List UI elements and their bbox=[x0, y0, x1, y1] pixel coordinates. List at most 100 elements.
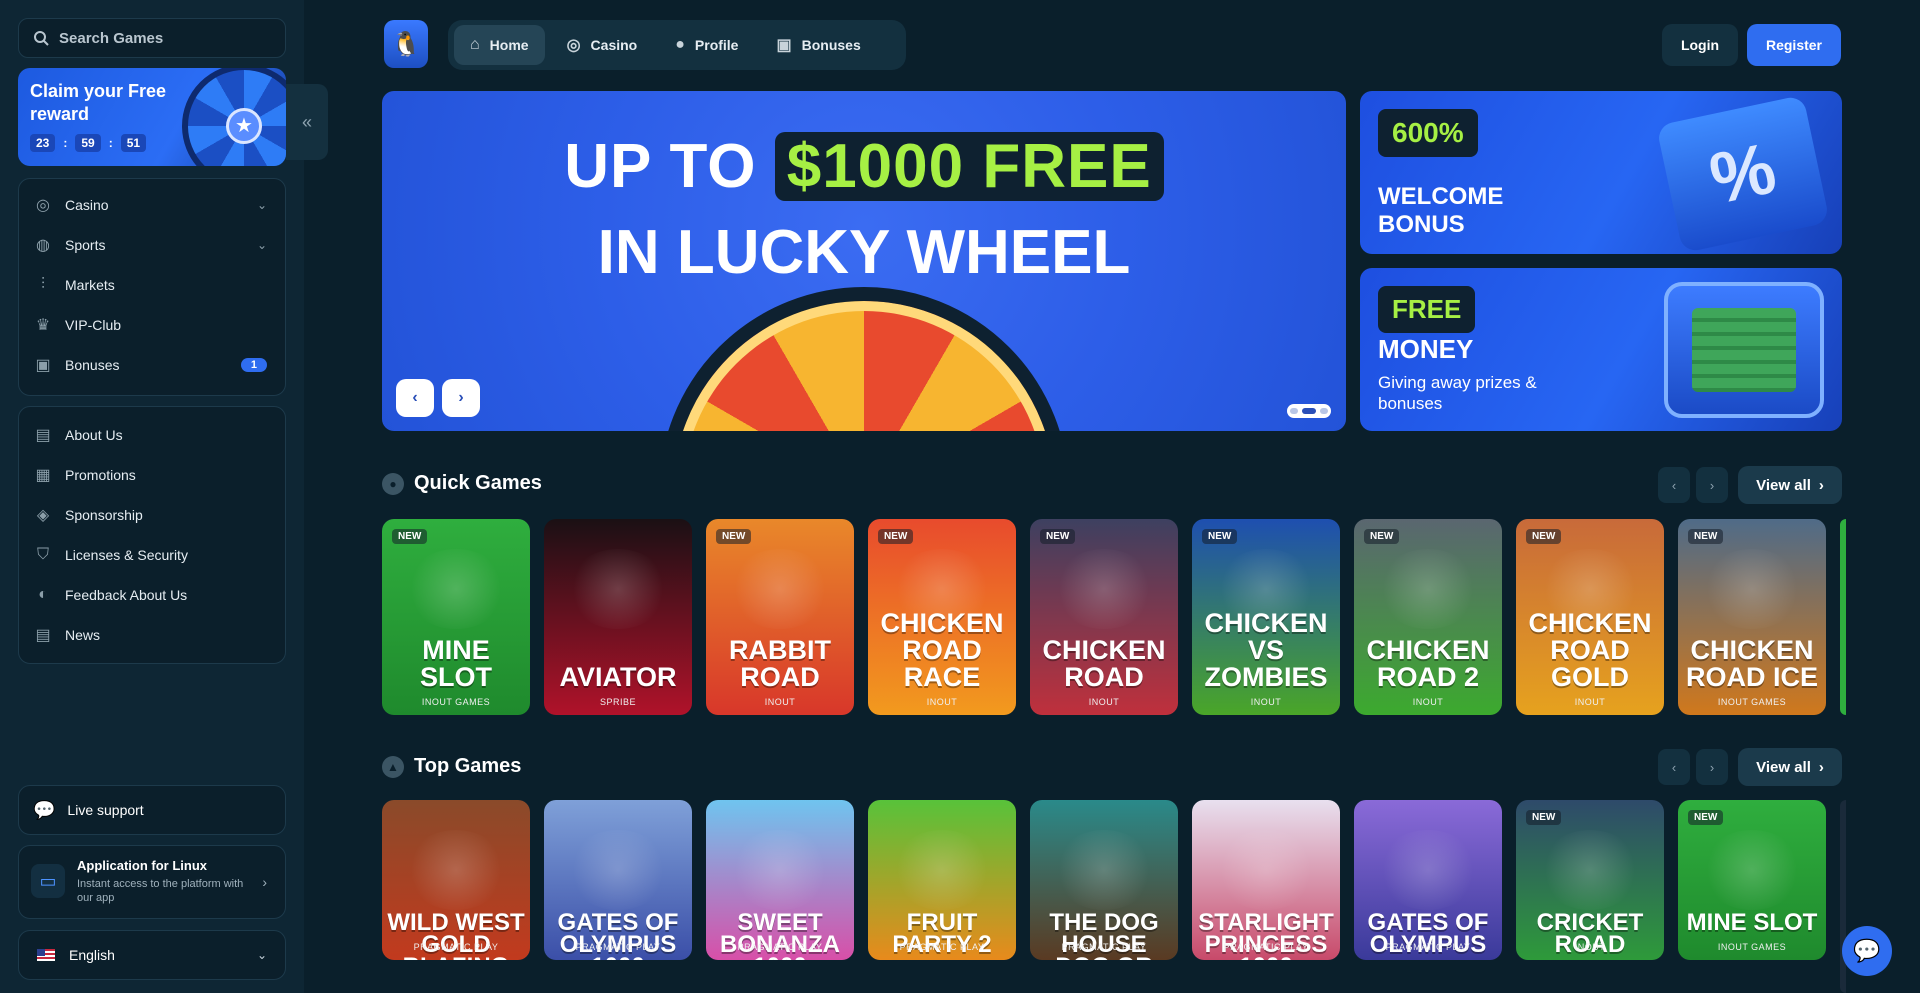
game-art bbox=[406, 830, 506, 910]
sidebar-item-bonuses[interactable]: ▣ Bonuses 1 bbox=[19, 345, 285, 385]
view-all-label: View all bbox=[1756, 476, 1811, 494]
game-card[interactable]: NEW Mine Slot INOUT GAMES bbox=[382, 519, 530, 715]
sidebar-item-markets[interactable]: ⫶ Markets bbox=[19, 265, 285, 305]
hero-pagination[interactable] bbox=[1287, 404, 1331, 418]
free-reward-banner[interactable]: Claim your Free reward 23: 59: 51 ★ bbox=[18, 68, 286, 166]
casino-chip-icon: ◎ bbox=[36, 197, 50, 214]
sidebar-item-sponsorship[interactable]: ◈ Sponsorship bbox=[19, 495, 285, 535]
game-title: Chicken Road 2 bbox=[1366, 635, 1490, 692]
sidebar-item-feedback-about-us[interactable]: ◐ Feedback About Us bbox=[19, 575, 285, 615]
new-badge: NEW bbox=[1526, 529, 1562, 544]
nav-label: Sponsorship bbox=[65, 507, 143, 523]
game-card[interactable]: NEW Chicken Road Ice INOUT GAMES bbox=[1678, 519, 1826, 715]
sidebar-item-news[interactable]: ▤ News bbox=[19, 615, 285, 655]
timer-hours: 23 bbox=[30, 134, 56, 152]
chat-button[interactable]: 💬 bbox=[1842, 926, 1892, 976]
tab-profile[interactable]: ● Profile bbox=[659, 25, 754, 65]
game-card[interactable]: NEW Chicken vs Zombies INOUT bbox=[1192, 519, 1340, 715]
game-art bbox=[1378, 549, 1478, 629]
sidebar-item-sports[interactable]: ◍ Sports ⌄ bbox=[19, 225, 285, 265]
game-card[interactable]: NEW Chicken Road Race INOUT bbox=[868, 519, 1016, 715]
game-card[interactable]: NEW Mine Slot INOUT GAMES bbox=[1678, 800, 1826, 960]
quick-games-next-button[interactable]: › bbox=[1696, 467, 1728, 503]
game-card[interactable]: Aviator SPRIBE bbox=[544, 519, 692, 715]
welcome-bonus-banner[interactable]: 600% WELCOME BONUS % bbox=[1360, 91, 1842, 254]
reward-timer: 23: 59: 51 bbox=[30, 134, 147, 152]
new-badge: NEW bbox=[392, 529, 428, 544]
search-bar[interactable] bbox=[18, 18, 286, 58]
game-card[interactable]: NEW Rabbit Road INOUT bbox=[706, 519, 854, 715]
tab-bonuses[interactable]: ▣ Bonuses bbox=[760, 25, 876, 65]
free-money-banner[interactable]: FREE MONEY Giving away prizes & bonuses bbox=[1360, 268, 1842, 431]
game-provider: INOUT bbox=[1088, 697, 1120, 707]
quick-games-view-all[interactable]: View all › bbox=[1738, 466, 1842, 504]
game-card[interactable]: NEW Cricket Road INOUT bbox=[1516, 800, 1664, 960]
game-card[interactable]: The Dog House Dog or AlivePRAGMATIC PLAY bbox=[1030, 800, 1178, 960]
search-input[interactable] bbox=[59, 29, 279, 47]
hero-banner[interactable]: UP TO $1000 FREE IN LUCKY WHEEL ‹ › bbox=[382, 91, 1346, 431]
hero-dot[interactable] bbox=[1320, 408, 1328, 414]
game-art bbox=[1378, 830, 1478, 910]
free-money-title: MONEY bbox=[1378, 334, 1474, 364]
game-card[interactable]: NEW Chicken Road INOUT bbox=[1030, 519, 1178, 715]
top-games-prev-button[interactable]: ‹ bbox=[1658, 749, 1690, 785]
top-games-next-button[interactable]: › bbox=[1696, 749, 1728, 785]
reward-title: Claim your Free reward bbox=[30, 81, 167, 124]
chevron-left-icon: ‹ bbox=[1671, 759, 1677, 775]
hero-dot-active[interactable] bbox=[1302, 408, 1316, 414]
language-selector[interactable]: English ⌄ bbox=[18, 930, 286, 980]
tab-casino[interactable]: ◎ Casino bbox=[551, 25, 654, 65]
collapse-sidebar-button[interactable]: « bbox=[286, 84, 328, 160]
sidebar-item-about-us[interactable]: ▤ About Us bbox=[19, 415, 285, 455]
game-card[interactable]: Fruit Party 2 PRAGMATIC PLAY bbox=[868, 800, 1016, 960]
site-logo[interactable]: 🐧 bbox=[384, 20, 428, 68]
game-card[interactable]: Sweet Bonanza 1000PRAGMATIC PLAY bbox=[706, 800, 854, 960]
game-card[interactable]: Starlight Princess 1000PRAGMATIC PLAY bbox=[1192, 800, 1340, 960]
top-games-view-all[interactable]: View all › bbox=[1738, 748, 1842, 786]
game-card[interactable]: NEW Chicken Road Gold INOUT bbox=[1516, 519, 1664, 715]
top-games-title: Top Games bbox=[414, 755, 522, 777]
quick-games-prev-button[interactable]: ‹ bbox=[1658, 467, 1690, 503]
view-all-label: View all bbox=[1756, 758, 1811, 776]
game-provider: PRAGMATIC PLAY bbox=[1385, 942, 1471, 952]
hero-next-button[interactable]: › bbox=[442, 379, 480, 417]
chevron-right-icon: › bbox=[1818, 476, 1824, 494]
game-art bbox=[1054, 549, 1154, 629]
nav-label: Bonuses bbox=[65, 357, 120, 373]
game-card[interactable]: NEW Chicken Road 2 INOUT bbox=[1354, 519, 1502, 715]
sidebar-item-promotions[interactable]: ▦ Promotions bbox=[19, 455, 285, 495]
new-badge: NEW bbox=[1040, 529, 1076, 544]
hero-prev-button[interactable]: ‹ bbox=[396, 379, 434, 417]
game-title: Sweet Bonanza 1000 bbox=[720, 909, 840, 961]
top-games-row: Wild West Gold Blazing BountyPRAGMATIC P… bbox=[382, 800, 1826, 960]
user-icon: ● bbox=[675, 36, 685, 53]
game-provider: PRAGMATIC PLAY bbox=[413, 942, 499, 952]
sidebar-item-casino[interactable]: ◎ Casino ⌄ bbox=[19, 185, 285, 225]
linux-app-promo[interactable]: ▭ Application for Linux Instant access t… bbox=[18, 845, 286, 919]
game-card[interactable]: Gates of Olympus 1000PRAGMATIC PLAY bbox=[544, 800, 692, 960]
hero-dot[interactable] bbox=[1290, 408, 1298, 414]
tab-label: Profile bbox=[694, 37, 739, 53]
chevron-down-icon: ⌄ bbox=[256, 948, 267, 962]
game-card[interactable]: Wild West Gold Blazing BountyPRAGMATIC P… bbox=[382, 800, 530, 960]
game-provider: PRAGMATIC PLAY bbox=[1061, 942, 1147, 952]
chevron-right-icon: › bbox=[1818, 758, 1824, 776]
login-button[interactable]: Login bbox=[1662, 24, 1738, 66]
game-art bbox=[1702, 830, 1802, 910]
sidebar-item-vip-club[interactable]: ♛ VIP-Club bbox=[19, 305, 285, 345]
nav-label: Feedback About Us bbox=[65, 587, 188, 603]
chat-icon: 💬 bbox=[1853, 938, 1881, 963]
sidebar-item-licenses-security[interactable]: ⛉ Licenses & Security bbox=[19, 535, 285, 575]
register-button[interactable]: Register bbox=[1747, 24, 1841, 66]
new-badge: NEW bbox=[1688, 529, 1724, 544]
timer-seconds: 51 bbox=[120, 134, 147, 152]
tab-home[interactable]: ⌂ Home bbox=[454, 25, 545, 65]
chevron-right-icon: › bbox=[262, 874, 267, 890]
game-card[interactable]: Gates of Olympus PRAGMATIC PLAY bbox=[1354, 800, 1502, 960]
game-art bbox=[1540, 830, 1640, 910]
top-games-heading: ▲ Top Games bbox=[382, 755, 521, 778]
main-nav: ◎ Casino ⌄ ◍ Sports ⌄ ⫶ Markets ♛ VIP-Club ▣ Bonuse… bbox=[18, 178, 286, 396]
game-title: Chicken Road Gold bbox=[1528, 608, 1652, 692]
reward-wheel-icon: ★ bbox=[182, 68, 286, 166]
live-support-button[interactable]: 💬 Live support bbox=[18, 785, 286, 835]
